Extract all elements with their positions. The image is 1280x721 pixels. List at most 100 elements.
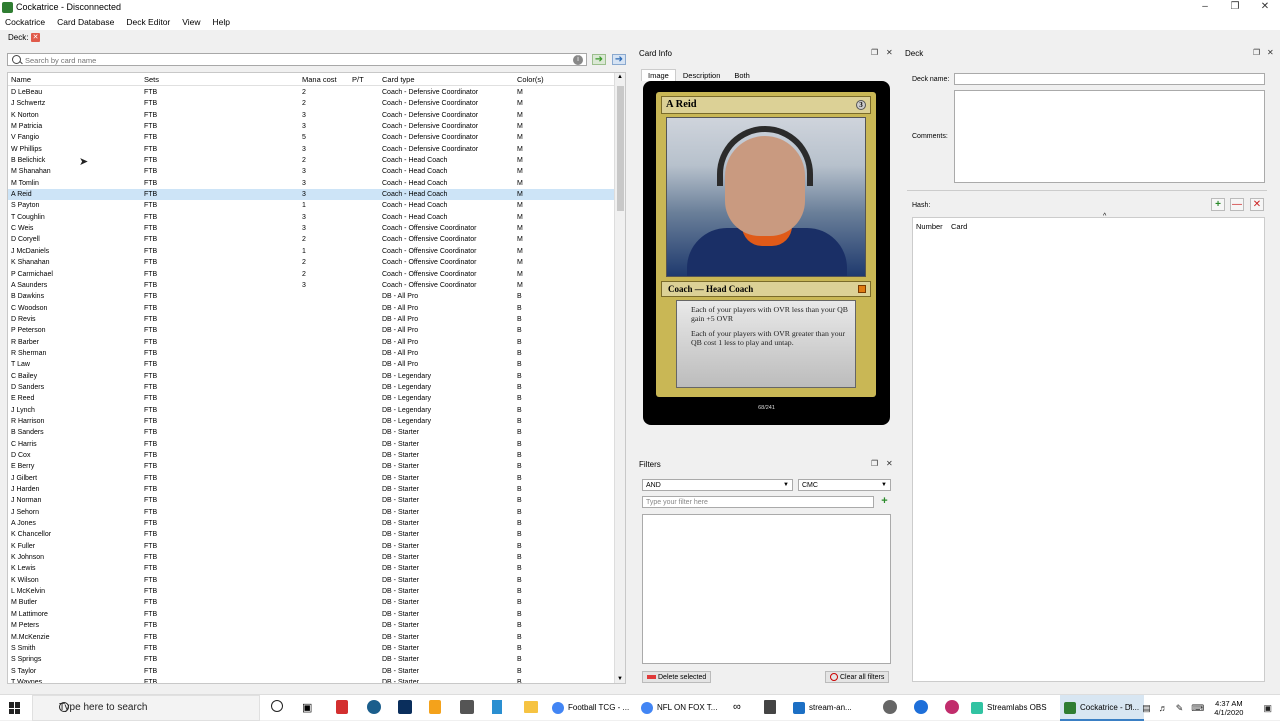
add-filter-icon[interactable]: + (879, 496, 890, 507)
table-row[interactable]: W Phillips FTB 3 Coach - Defensive Coordina… (8, 144, 614, 155)
table-row[interactable]: M Butler FTB DB - Starter B (8, 597, 614, 608)
table-row[interactable]: M Tomlin FTB 3 Coach - Head Coach M (8, 178, 614, 189)
table-row[interactable]: K Chancellor FTB DB - Starter B (8, 529, 614, 540)
table-row[interactable]: M.McKenzie FTB DB - Starter B (8, 632, 614, 643)
table-row[interactable]: J McDaniels FTB 1 Coach - Offensive Coordin… (8, 246, 614, 257)
cortana-icon[interactable] (271, 700, 283, 712)
table-row[interactable]: D Sanders FTB DB - Legendary B (8, 382, 614, 393)
taskbar-app-nfl-on-fox[interactable]: NFL ON FOX T... (641, 695, 721, 721)
subtab-description[interactable]: Description (676, 69, 728, 81)
taskbar-app-football-tcg[interactable]: Football TCG - ... (552, 695, 634, 721)
table-row[interactable]: K Wilson FTB DB - Starter B (8, 575, 614, 586)
col-header-name[interactable]: Name (11, 75, 31, 84)
decrement-card-icon[interactable]: — (1230, 198, 1244, 211)
col-header-mana-cost[interactable]: Mana cost (302, 75, 337, 84)
table-row[interactable]: A Jones FTB DB - Starter B (8, 518, 614, 529)
table-row[interactable]: D Coryell FTB 2 Coach - Offensive Coordinat… (8, 234, 614, 245)
photoshop-icon[interactable] (398, 700, 412, 714)
table-row[interactable]: P Carmichael FTB 2 Coach - Offensive Coordi… (8, 269, 614, 280)
menu-help[interactable]: Help (213, 15, 230, 30)
menu-cockatrice[interactable]: Cockatrice (5, 15, 45, 30)
table-row[interactable]: A Saunders FTB 3 Coach - Offensive Coordina… (8, 280, 614, 291)
comments-textarea[interactable] (954, 90, 1265, 183)
close-window-button[interactable]: ✕ (1250, 0, 1280, 15)
app-icon-pink[interactable] (945, 700, 959, 714)
subtab-image[interactable]: Image (641, 69, 676, 81)
taskbar-app-streamlabs-obs[interactable]: Streamlabs OBS (971, 695, 1055, 721)
menu-view[interactable]: View (182, 15, 200, 30)
add-to-sideboard-arrow-icon[interactable]: ➜ (612, 54, 626, 65)
table-row[interactable]: K Fuller FTB DB - Starter B (8, 541, 614, 552)
calculator-icon[interactable] (764, 700, 776, 714)
filter-list[interactable] (642, 514, 891, 664)
table-row[interactable]: S Springs FTB DB - Starter B (8, 654, 614, 665)
table-row[interactable]: R Barber FTB DB - All Pro B (8, 337, 614, 348)
tab-deck[interactable]: Deck: ✕ (0, 30, 46, 46)
app-icon-red[interactable] (336, 700, 348, 714)
app-icon-gray[interactable] (460, 700, 474, 714)
table-row[interactable]: V Fangio FTB 5 Coach - Defensive Coordinato… (8, 132, 614, 143)
table-row[interactable]: B Dawkins FTB DB - All Pro B (8, 291, 614, 302)
table-row[interactable]: S Smith FTB DB - Starter B (8, 643, 614, 654)
table-row[interactable]: K Johnson FTB DB - Starter B (8, 552, 614, 563)
scroll-down-icon[interactable]: ▼ (617, 676, 623, 682)
table-row[interactable]: L McKelvin FTB DB - Starter B (8, 586, 614, 597)
scroll-up-icon[interactable]: ▲ (617, 74, 623, 80)
tab-close-icon[interactable]: ✕ (31, 33, 40, 42)
table-row[interactable]: R Sherman FTB DB - All Pro B (8, 348, 614, 359)
filter-field-select[interactable]: CMC ▼ (798, 479, 891, 491)
close-deck-icon[interactable]: ✕ (1267, 48, 1274, 57)
col-header-colors[interactable]: Color(s) (517, 75, 544, 84)
table-row[interactable]: C Bailey FTB DB - Legendary B (8, 371, 614, 382)
windows-start-icon[interactable] (9, 702, 21, 714)
table-row[interactable]: T Law FTB DB - All Pro B (8, 359, 614, 370)
maximize-button[interactable]: ❐ (1220, 0, 1250, 15)
table-row[interactable]: J Sehorn FTB DB - Starter B (8, 507, 614, 518)
table-row[interactable]: D Cox FTB DB - Starter B (8, 450, 614, 461)
table-row[interactable]: B Belichick FTB 2 Coach - Head Coach M (8, 155, 614, 166)
table-row[interactable]: T Coughlin FTB 3 Coach - Head Coach M (8, 212, 614, 223)
table-row[interactable]: E Berry FTB DB - Starter B (8, 461, 614, 472)
filter-logic-select[interactable]: AND ▼ (642, 479, 793, 491)
app-icon-link[interactable]: ∞ (733, 701, 741, 713)
notifications-icon[interactable]: ▣ (1263, 703, 1272, 714)
file-explorer-icon[interactable] (524, 701, 538, 713)
table-row[interactable]: J Gilbert FTB DB - Starter B (8, 473, 614, 484)
table-row[interactable]: M Lattimore FTB DB - Starter B (8, 609, 614, 620)
table-row[interactable]: E Reed FTB DB - Legendary B (8, 393, 614, 404)
table-row[interactable]: D Revis FTB DB - All Pro B (8, 314, 614, 325)
taskbar-search[interactable]: Type here to search (32, 695, 260, 721)
table-row[interactable]: C Harris FTB DB - Starter B (8, 439, 614, 450)
scroll-thumb[interactable] (617, 86, 624, 211)
deck-card-list[interactable]: Number Card ^ (912, 213, 1265, 682)
app-icon-dark[interactable] (883, 700, 897, 714)
card-search-input[interactable] (25, 55, 565, 65)
float-deck-icon[interactable]: ❐ (1253, 48, 1260, 57)
table-row[interactable]: D LeBeau FTB 2 Coach - Defensive Coordinato… (8, 87, 614, 98)
table-row[interactable]: J Harden FTB DB - Starter B (8, 484, 614, 495)
clear-all-filters-button[interactable]: Clear all filters (825, 671, 890, 683)
pen-icon[interactable]: ✎ (1176, 703, 1184, 714)
col-header-pt[interactable]: P/T (352, 75, 364, 84)
table-row[interactable]: S Taylor FTB DB - Starter B (8, 666, 614, 677)
filter-input[interactable]: Type your filter here (642, 496, 874, 508)
menu-card-database[interactable]: Card Database (57, 15, 114, 30)
table-row[interactable]: M Peters FTB DB - Starter B (8, 620, 614, 631)
table-row[interactable]: T Waynes FTB DB - Starter B (8, 677, 614, 683)
table-row[interactable]: K Shanahan FTB 2 Coach - Offensive Coordina… (8, 257, 614, 268)
increment-card-icon[interactable]: + (1211, 198, 1225, 211)
close-filters-icon[interactable]: ✕ (886, 459, 893, 468)
menu-deck-editor[interactable]: Deck Editor (126, 15, 170, 30)
taskbar-app-stream[interactable]: stream-an... (793, 695, 871, 721)
table-row[interactable]: C Weis FTB 3 Coach - Offensive Coordinator M (8, 223, 614, 234)
app-icon-orange[interactable] (429, 700, 441, 714)
deck-col-card[interactable]: Card (951, 222, 967, 231)
subtab-both[interactable]: Both (727, 69, 756, 81)
table-row[interactable]: J Norman FTB DB - Starter B (8, 495, 614, 506)
chevron-up-icon[interactable]: ⌃ (1127, 703, 1135, 714)
add-to-deck-arrow-icon[interactable]: ➜ (592, 54, 606, 65)
delete-selected-button[interactable]: Delete selected (642, 671, 712, 683)
table-row[interactable]: A Reid FTB 3 Coach - Head Coach M (8, 189, 614, 201)
table-row[interactable]: R Harrison FTB DB - Legendary B (8, 416, 614, 427)
steam-icon[interactable] (367, 700, 381, 714)
